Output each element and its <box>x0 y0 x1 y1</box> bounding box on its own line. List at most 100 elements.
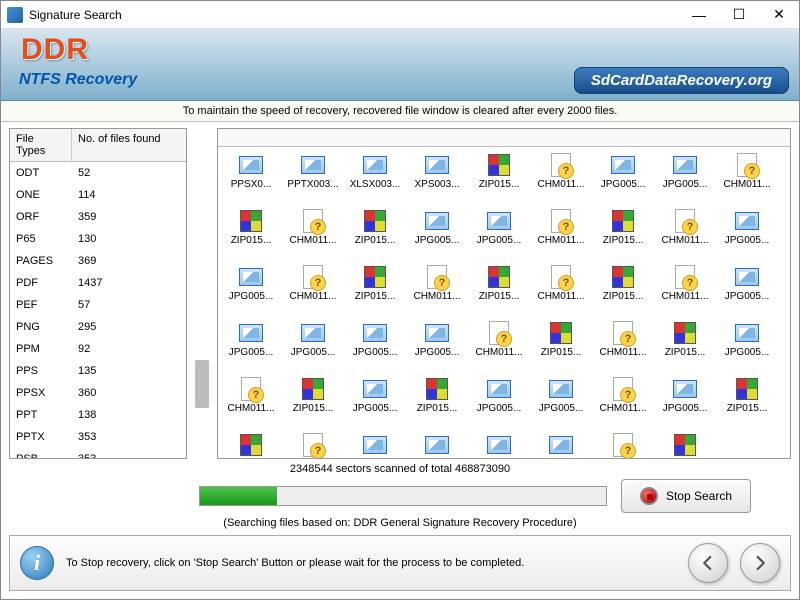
minimize-button[interactable]: — <box>679 1 719 29</box>
file-icon <box>423 209 451 233</box>
file-item[interactable]: PPSX0... <box>220 151 282 207</box>
file-item[interactable]: CHM011... <box>592 319 654 375</box>
file-label: XLSX003... <box>346 179 404 190</box>
file-type-row[interactable]: PAGES369 <box>10 250 186 272</box>
file-item[interactable]: ZIP015... <box>716 375 778 431</box>
file-item[interactable]: ZIP015... <box>406 375 468 431</box>
next-button[interactable] <box>740 543 780 583</box>
recovered-files-panel: PPSX0...PPTX003...XLSX003...XPS003...ZIP… <box>217 128 791 459</box>
file-grid[interactable]: PPSX0...PPTX003...XLSX003...XPS003...ZIP… <box>218 147 790 459</box>
file-type-row[interactable]: ODT52 <box>10 162 186 184</box>
file-item[interactable]: JPG005... <box>344 319 406 375</box>
file-icon <box>423 265 451 289</box>
file-item[interactable]: CHM011... <box>530 263 592 319</box>
file-item[interactable]: CHM011... <box>592 431 654 459</box>
titlebar: Signature Search — ☐ ✕ <box>1 1 799 29</box>
file-item[interactable]: ZIP015... <box>468 263 530 319</box>
file-type-row[interactable]: PPT138 <box>10 404 186 426</box>
file-item[interactable]: JPG005... <box>220 263 282 319</box>
file-item[interactable]: CHM011... <box>530 151 592 207</box>
file-type-row[interactable]: PPSX360 <box>10 382 186 404</box>
file-item[interactable]: ZIP015... <box>344 263 406 319</box>
file-type-row[interactable]: PPM92 <box>10 338 186 360</box>
file-item[interactable]: JPG005... <box>530 431 592 459</box>
file-icon <box>609 321 637 345</box>
file-item[interactable]: CHM011... <box>592 375 654 431</box>
file-count: 57 <box>72 299 96 311</box>
file-type-row[interactable]: PPS135 <box>10 360 186 382</box>
file-item[interactable]: JPG005... <box>344 431 406 459</box>
file-icon <box>485 433 513 457</box>
file-type-row[interactable]: PPTX353 <box>10 426 186 448</box>
file-item[interactable]: ZIP015... <box>654 319 716 375</box>
progress-fill <box>200 487 277 505</box>
file-item[interactable]: CHM011... <box>530 207 592 263</box>
file-item[interactable]: CHM011... <box>282 207 344 263</box>
back-button[interactable] <box>688 543 728 583</box>
file-label: JPG005... <box>408 235 466 246</box>
file-item[interactable]: XLSX003... <box>344 151 406 207</box>
file-item[interactable]: ZIP015... <box>220 207 282 263</box>
file-item[interactable]: CHM011... <box>282 431 344 459</box>
file-type-row[interactable]: PNG295 <box>10 316 186 338</box>
file-icon <box>733 153 761 177</box>
file-item[interactable]: JPG005... <box>654 151 716 207</box>
file-item[interactable]: JPG005... <box>282 319 344 375</box>
file-item[interactable]: CHM011... <box>220 375 282 431</box>
file-item[interactable]: JPG005... <box>468 207 530 263</box>
file-item[interactable]: ZIP015... <box>282 375 344 431</box>
col-files-found[interactable]: No. of files found <box>72 129 186 161</box>
file-item[interactable]: JPG005... <box>468 431 530 459</box>
file-item[interactable]: XPS003... <box>406 151 468 207</box>
file-item[interactable]: JPG005... <box>592 151 654 207</box>
file-icon <box>361 209 389 233</box>
col-file-types[interactable]: File Types <box>10 129 72 161</box>
file-item[interactable]: ZIP015... <box>344 207 406 263</box>
file-type-row[interactable]: PDF1437 <box>10 272 186 294</box>
file-types-list[interactable]: ODT52ONE114ORF359P65130PAGES369PDF1437PE… <box>10 162 186 458</box>
file-item[interactable]: ZIP015... <box>592 263 654 319</box>
file-label: ZIP015... <box>470 179 528 190</box>
scrollbar-thumb[interactable] <box>195 360 209 408</box>
file-type-row[interactable]: ORF359 <box>10 206 186 228</box>
file-icon <box>423 321 451 345</box>
file-item[interactable]: ZIP015... <box>654 431 716 459</box>
file-type-row[interactable]: P65130 <box>10 228 186 250</box>
file-type-row[interactable]: ONE114 <box>10 184 186 206</box>
file-type-row[interactable]: PSB353 <box>10 448 186 458</box>
file-item[interactable]: JPG005... <box>716 319 778 375</box>
file-item[interactable]: JPG005... <box>220 319 282 375</box>
file-item[interactable]: JPG005... <box>716 207 778 263</box>
file-label: CHM011... <box>470 347 528 358</box>
file-type-row[interactable]: PEF57 <box>10 294 186 316</box>
file-item[interactable]: CHM011... <box>716 151 778 207</box>
file-item[interactable]: JPG005... <box>344 375 406 431</box>
file-item[interactable]: JPG005... <box>406 207 468 263</box>
stop-search-button[interactable]: Stop Search <box>621 479 751 513</box>
file-item[interactable]: JPG005... <box>530 375 592 431</box>
file-icon <box>361 433 389 457</box>
file-item[interactable]: JPG005... <box>716 263 778 319</box>
file-icon <box>485 153 513 177</box>
progress-bar <box>199 486 607 506</box>
file-item[interactable]: JPG005... <box>406 431 468 459</box>
file-item[interactable]: CHM011... <box>654 207 716 263</box>
file-item[interactable]: ZIP015... <box>468 151 530 207</box>
close-button[interactable]: ✕ <box>759 1 799 29</box>
file-item[interactable]: CHM011... <box>468 319 530 375</box>
file-item[interactable]: PPTX003... <box>282 151 344 207</box>
maximize-button[interactable]: ☐ <box>719 1 759 29</box>
stop-label: Stop Search <box>666 489 732 503</box>
panel-scrollbar[interactable] <box>193 128 211 459</box>
file-item[interactable]: ZIP015... <box>530 319 592 375</box>
file-item[interactable]: ZIP015... <box>220 431 282 459</box>
file-item[interactable]: JPG005... <box>468 375 530 431</box>
file-label: ZIP015... <box>532 347 590 358</box>
file-item[interactable]: CHM011... <box>282 263 344 319</box>
file-item[interactable]: CHM011... <box>654 263 716 319</box>
file-icon <box>547 153 575 177</box>
file-item[interactable]: JPG005... <box>406 319 468 375</box>
file-item[interactable]: JPG005... <box>654 375 716 431</box>
file-item[interactable]: CHM011... <box>406 263 468 319</box>
file-item[interactable]: ZIP015... <box>592 207 654 263</box>
